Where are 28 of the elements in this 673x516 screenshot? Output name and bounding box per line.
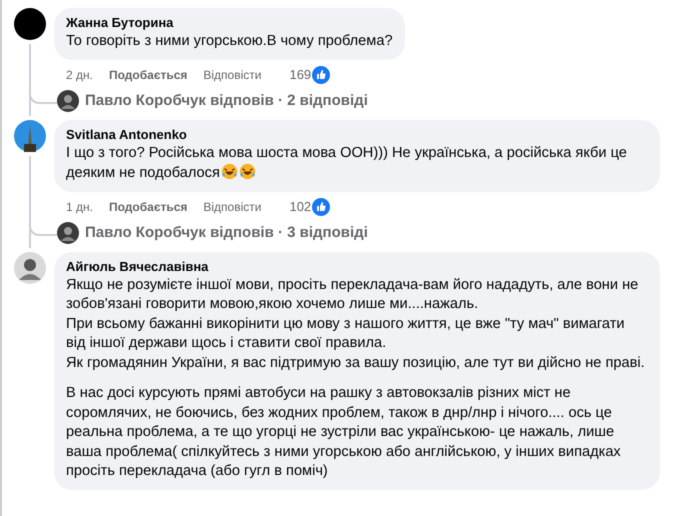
avatar[interactable] [14, 8, 46, 40]
like-icon[interactable] [312, 66, 330, 84]
like-icon[interactable] [312, 198, 330, 216]
view-replies-link[interactable]: Павло Коробчук відповів · 3 відповіді [85, 224, 368, 241]
comment-text: При всьому бажанні викорінити цю мову з нашого життя, це вже "ту мач" вимагати від іншої держави щось і ставити свої правила. [66, 314, 626, 353]
comment-time[interactable]: 2 дн. [66, 68, 93, 82]
reply-link[interactable]: Відповісти [203, 68, 262, 82]
reply-link[interactable]: Відповісти [203, 200, 262, 214]
comment-author[interactable]: Жанна Буторина [66, 15, 174, 30]
comment-text: Якщо не розумієте іншої мови, просіть перекладача-вам його нададуть, але вони не зобов'язані говорити мовою,якою хочемо лише ми....нажаль. [66, 276, 640, 314]
view-replies-link[interactable]: Павло Коробчук відповів · 2 відповіді [85, 92, 368, 109]
comment-text: В нас досі курсують прямі автобуси на рашку з автовокзалів різних міст не соромлячих, не боючись, без жодних проблем, також в днр/лнр і нічого.... ось це реальна проблема, а те що угорці не зустріли вас українською- це нажаль, лише ваша проблема( спілкуйтесь з ними угорською або англійською, у інших випадках просіть перекладача (або гугл в поміч) [66, 384, 622, 481]
reaction-count[interactable]: 169 [289, 67, 312, 82]
like-link[interactable]: Подобається [108, 200, 188, 214]
avatar[interactable] [57, 90, 79, 112]
like-link[interactable]: Подобається [108, 68, 188, 82]
reaction-count[interactable]: 102 [289, 199, 312, 214]
comment-author[interactable]: Айгюль Вячеславівна [66, 258, 208, 274]
laughing-emoji-icon [220, 163, 238, 180]
avatar[interactable] [14, 252, 46, 284]
comment-text: То говоріть з ними угорською.В чому проблема? [66, 32, 393, 51]
comment-author[interactable]: Svitlana Antonenko [66, 126, 187, 142]
comment-time[interactable]: 1 дн. [66, 200, 93, 214]
comment-text: І що з того? Російська мова шоста мова ООН))) Не українська, а російська якби це деяким не подобалося [66, 144, 628, 183]
avatar[interactable] [14, 120, 46, 152]
comment-text: Як громадянин України, я вас підтримую за вашу позицію, але тут ви дійсно не праві. [66, 354, 646, 372]
laughing-emoji-icon [238, 163, 256, 180]
avatar[interactable] [57, 222, 79, 244]
